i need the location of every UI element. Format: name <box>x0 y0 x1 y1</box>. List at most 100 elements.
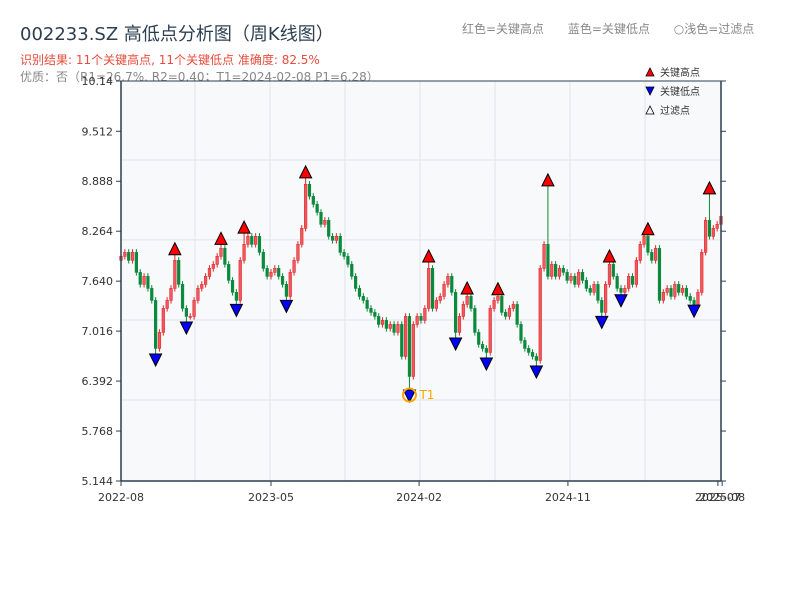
candle-body <box>654 248 658 261</box>
candle-body <box>596 284 600 301</box>
candle-body <box>373 312 377 317</box>
candle <box>411 321 415 380</box>
candle-body <box>557 268 562 277</box>
candle-body <box>354 276 358 289</box>
legend-label: 过滤点 <box>660 104 690 117</box>
candle <box>538 265 542 364</box>
candle-body <box>584 280 588 289</box>
candle <box>542 241 546 272</box>
candle <box>657 245 662 304</box>
candle-body <box>677 284 681 293</box>
candle-body <box>473 308 477 333</box>
candle-body <box>134 252 138 273</box>
x-tick-label: 2023-05 <box>248 491 294 504</box>
candle-body <box>530 352 535 357</box>
candle-body <box>611 264 615 277</box>
candle <box>261 249 265 272</box>
candle <box>161 305 165 336</box>
candle-body <box>396 324 400 333</box>
candle-body <box>538 268 542 361</box>
candle-body <box>711 228 715 237</box>
candle-body <box>177 260 181 285</box>
candle-body <box>334 236 338 241</box>
candle <box>604 281 608 316</box>
candle-body <box>561 268 565 273</box>
candle-body <box>161 308 165 333</box>
candle-body <box>496 296 500 301</box>
candle-body <box>650 252 654 261</box>
candle-body <box>638 244 642 261</box>
candle-body <box>169 288 173 301</box>
y-tick-label: 7.640 <box>82 275 114 288</box>
candle <box>519 321 523 344</box>
candle-body <box>673 284 677 297</box>
candle-body <box>657 248 662 301</box>
candle-body <box>504 312 508 317</box>
candle-body <box>515 304 519 325</box>
y-tick-label: 9.512 <box>82 125 114 138</box>
candle-body <box>604 284 608 313</box>
candle-body <box>465 296 469 305</box>
candle-body <box>142 276 146 285</box>
candlestick-chart: T1 5.144 5.768 6.392 7.016 7.640 8.264 8.888 9.5… <box>82 66 746 504</box>
candle-body <box>573 276 577 285</box>
candle-body <box>415 316 419 325</box>
legend-label: 关键高点 <box>660 66 700 79</box>
candle-body <box>346 256 350 265</box>
candle-body <box>546 244 550 277</box>
candle-body <box>292 260 296 273</box>
candle <box>607 261 612 288</box>
candle-body <box>227 264 231 281</box>
candle-body <box>477 332 481 345</box>
candle <box>515 301 519 328</box>
candle-body <box>669 288 673 297</box>
candle <box>223 245 227 268</box>
candle-body <box>157 332 162 349</box>
candle-body <box>488 308 492 353</box>
candle-body <box>254 236 258 245</box>
candle-body <box>238 260 242 301</box>
candle <box>634 257 638 288</box>
candle-body <box>680 288 685 293</box>
legend-marker-triangle-up <box>645 67 655 77</box>
candle-body <box>273 268 277 273</box>
candle-body <box>461 304 465 317</box>
candle <box>134 249 138 276</box>
candle-body <box>269 272 273 277</box>
candle-body <box>550 264 554 277</box>
candle-body <box>446 276 450 285</box>
candle <box>450 273 454 296</box>
candle <box>338 233 342 256</box>
candle-body <box>665 288 669 293</box>
candle-body <box>123 252 127 257</box>
candle-body <box>215 256 219 265</box>
candle-body <box>296 244 300 261</box>
candle-body <box>438 296 442 301</box>
legend-label: 关键低点 <box>660 85 700 98</box>
candle-body <box>696 292 700 305</box>
candle-body <box>542 244 546 269</box>
candle-body <box>277 268 281 277</box>
candle-body <box>442 284 446 297</box>
candle-body <box>430 268 435 309</box>
candle-body <box>554 264 558 277</box>
candle <box>157 329 162 352</box>
candle <box>192 297 196 320</box>
candle-body <box>380 320 385 325</box>
candle-body <box>188 316 192 318</box>
candle <box>596 281 600 304</box>
x-tick-label: 2024-02 <box>396 491 442 504</box>
candle-body <box>688 296 692 301</box>
candle <box>227 261 231 284</box>
candle-body <box>357 288 362 297</box>
candle-body <box>192 300 196 317</box>
candle-body <box>327 220 331 237</box>
candle-body <box>315 203 319 213</box>
candle-body <box>450 276 454 293</box>
candle-body <box>600 300 604 313</box>
candle <box>304 177 308 232</box>
candle-body <box>592 284 596 293</box>
candle-body <box>411 324 415 377</box>
candle <box>454 289 458 339</box>
candle-body <box>565 272 569 281</box>
